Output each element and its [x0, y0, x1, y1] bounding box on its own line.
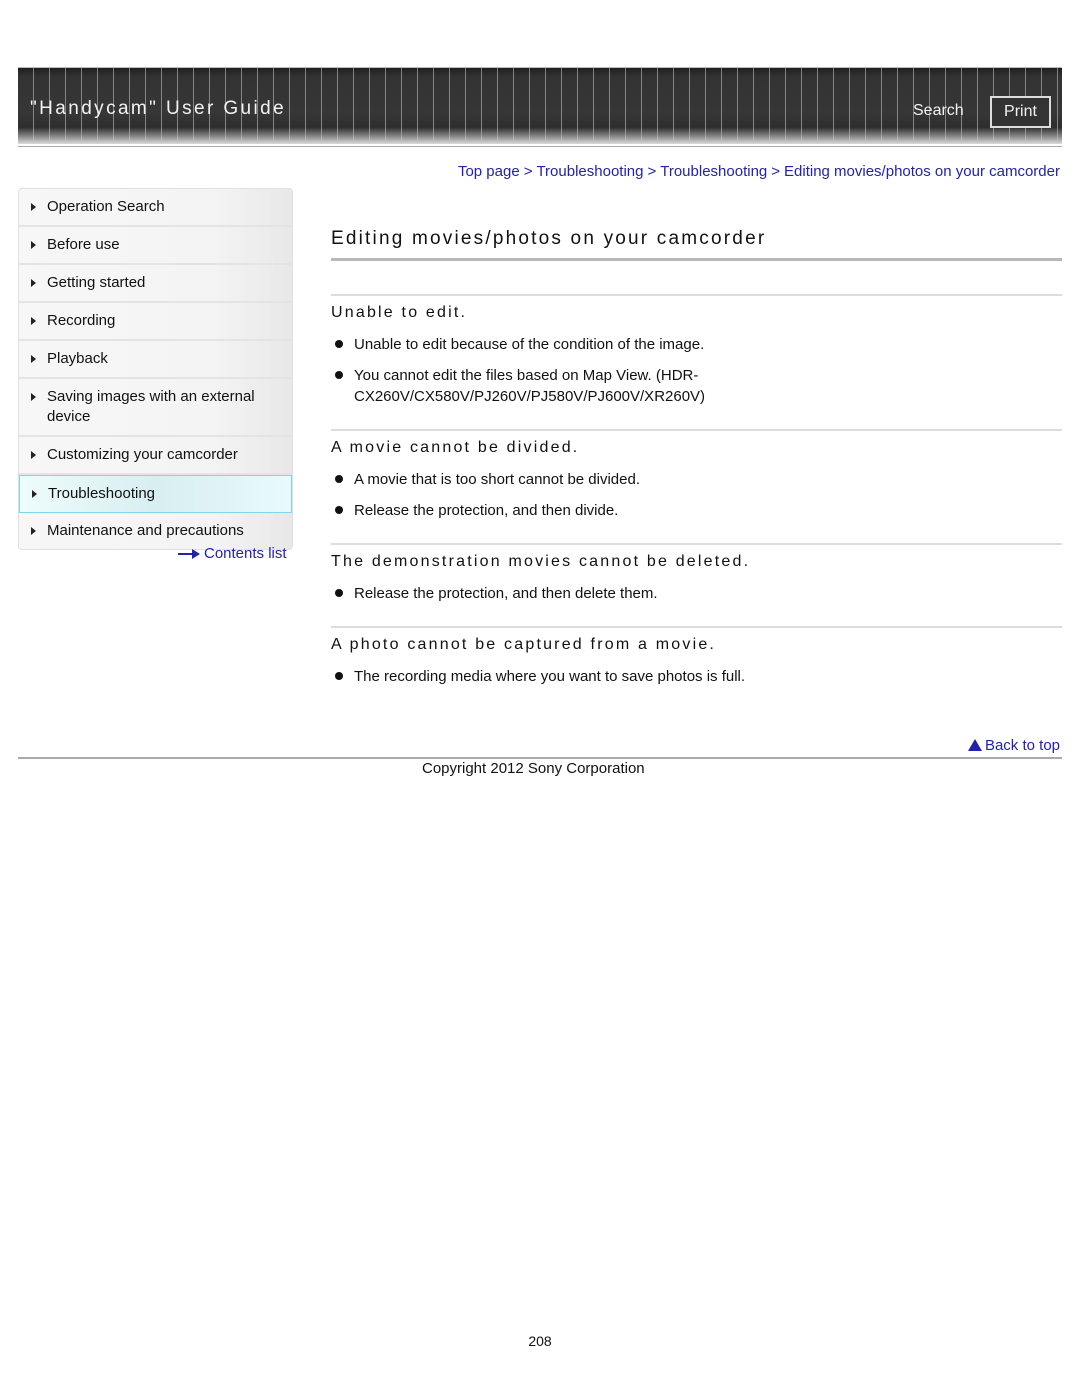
sidebar-item-saving-images[interactable]: Saving images with an external device	[19, 379, 292, 437]
sidebar-item-label: Getting started	[47, 274, 146, 291]
list-item: A movie that is too short cannot be divi…	[331, 469, 1062, 490]
breadcrumb-troubleshooting[interactable]: Troubleshooting	[536, 163, 643, 180]
triangle-right-icon	[31, 241, 36, 249]
section-title: Unable to edit.	[331, 304, 468, 321]
sidebar-item-playback[interactable]: Playback	[19, 341, 292, 379]
list-item: Release the protection, and then delete …	[331, 583, 1062, 604]
sidebar-item-label: Customizing your camcorder	[47, 446, 238, 463]
contents-list-link[interactable]: Contents list	[178, 545, 287, 562]
triangle-right-icon	[32, 490, 37, 498]
breadcrumb-current-page[interactable]: Editing movies/photos on your camcorder	[784, 163, 1060, 180]
triangle-right-icon	[31, 451, 36, 459]
sidebar-item-customizing[interactable]: Customizing your camcorder	[19, 437, 292, 475]
main-content: Editing movies/photos on your camcorder …	[331, 228, 1062, 697]
contents-list-label: Contents list	[204, 545, 287, 562]
triangle-right-icon	[31, 203, 36, 211]
breadcrumb: Top page > Troubleshooting > Troubleshooting…	[458, 163, 1060, 180]
back-to-top-link[interactable]: Back to top	[967, 737, 1060, 754]
section-title: The demonstration movies cannot be delet…	[331, 553, 751, 570]
copyright-text: Copyright 2012 Sony Corporation	[422, 760, 645, 777]
sidebar-item-label: Maintenance and precautions	[47, 522, 244, 539]
guide-title: "Handycam" User Guide	[30, 98, 287, 119]
sidebar-item-label: Before use	[47, 236, 120, 253]
print-button[interactable]: Print	[990, 96, 1051, 128]
back-to-top-label: Back to top	[984, 737, 1060, 754]
breadcrumb-separator: >	[523, 163, 533, 180]
section-title: A photo cannot be captured from a movie.	[331, 636, 717, 653]
sidebar-nav: Operation Search Before use Getting star…	[18, 188, 293, 550]
breadcrumb-separator: >	[771, 163, 781, 180]
sidebar-item-operation-search[interactable]: Operation Search	[19, 189, 292, 227]
bullet-list: A movie that is too short cannot be divi…	[331, 469, 1062, 521]
bullet-list: Release the protection, and then delete …	[331, 583, 1062, 604]
triangle-right-icon	[31, 355, 36, 363]
section-title: A movie cannot be divided.	[331, 439, 580, 456]
list-item: The recording media where you want to sa…	[331, 666, 1062, 687]
list-item: You cannot edit the files based on Map V…	[331, 365, 734, 407]
bullet-list: The recording media where you want to sa…	[331, 666, 1062, 687]
header-banner: "Handycam" User Guide Search Print	[18, 67, 1062, 144]
section-demo-movies-cannot-be-deleted: The demonstration movies cannot be delet…	[331, 543, 1062, 604]
sidebar-item-getting-started[interactable]: Getting started	[19, 265, 292, 303]
breadcrumb-top-page[interactable]: Top page	[458, 163, 520, 180]
section-photo-cannot-be-captured: A photo cannot be captured from a movie.…	[331, 626, 1062, 687]
page-number: 208	[528, 1333, 552, 1349]
sidebar-item-label: Troubleshooting	[48, 485, 156, 502]
list-item: Unable to edit because of the condition …	[331, 334, 1062, 355]
sidebar-item-troubleshooting[interactable]: Troubleshooting	[19, 475, 292, 513]
arrow-right-icon	[178, 549, 200, 560]
bullet-list: Unable to edit because of the condition …	[331, 334, 1062, 407]
triangle-right-icon	[31, 393, 36, 401]
triangle-right-icon	[31, 279, 36, 287]
triangle-right-icon	[31, 527, 36, 535]
sidebar-item-recording[interactable]: Recording	[19, 303, 292, 341]
breadcrumb-troubleshooting-sub[interactable]: Troubleshooting	[660, 163, 767, 180]
footer-divider	[18, 757, 1062, 759]
sidebar-item-before-use[interactable]: Before use	[19, 227, 292, 265]
sidebar-item-maintenance[interactable]: Maintenance and precautions	[19, 513, 292, 549]
sidebar-item-label: Saving images with an external device	[47, 388, 255, 425]
list-item: Release the protection, and then divide.	[331, 500, 1062, 521]
sidebar-item-label: Recording	[47, 312, 116, 329]
page-title: Editing movies/photos on your camcorder	[331, 228, 1062, 261]
search-link[interactable]: Search	[913, 102, 964, 120]
section-unable-to-edit: Unable to edit. Unable to edit because o…	[331, 294, 1062, 407]
section-movie-cannot-be-divided: A movie cannot be divided. A movie that …	[331, 429, 1062, 521]
header-divider	[18, 146, 1062, 147]
sidebar-item-label: Operation Search	[47, 198, 165, 215]
breadcrumb-separator: >	[647, 163, 657, 180]
sidebar-item-label: Playback	[47, 350, 108, 367]
triangle-up-icon	[967, 739, 982, 751]
triangle-right-icon	[31, 317, 36, 325]
